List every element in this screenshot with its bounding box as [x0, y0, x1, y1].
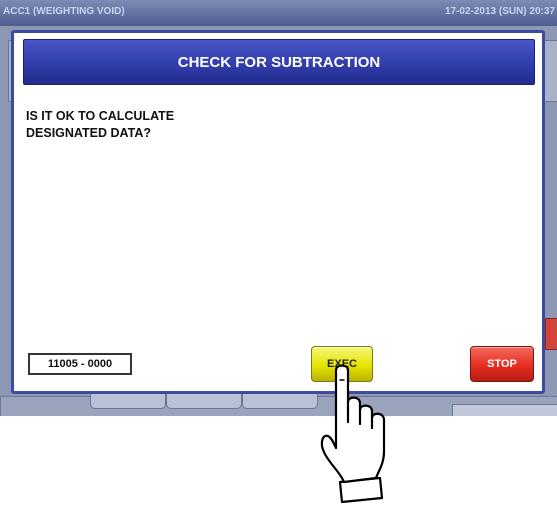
background-tab	[90, 393, 166, 409]
background-tab	[242, 393, 318, 409]
hand-pointer-icon	[320, 364, 386, 504]
screen: ACC1 (WEIGHTING VOID) 17-02-2013 (SUN) 2…	[0, 0, 557, 416]
code-display: 11005 - 0000	[28, 353, 132, 375]
confirm-dialog: CHECK FOR SUBTRACTION IS IT OK TO CALCUL…	[11, 30, 545, 394]
dialog-message: IS IT OK TO CALCULATE DESIGNATED DATA?	[26, 108, 426, 142]
stop-button[interactable]: STOP	[470, 346, 534, 382]
message-line-2: DESIGNATED DATA?	[26, 126, 151, 140]
background-tab	[166, 393, 242, 409]
window-title: ACC1 (WEIGHTING VOID)	[3, 6, 125, 17]
background-red-button	[545, 318, 557, 350]
title-bar: ACC1 (WEIGHTING VOID) 17-02-2013 (SUN) 2…	[0, 0, 557, 26]
background-panel-corner	[452, 404, 557, 416]
date-time: 17-02-2013 (SUN) 20:37	[444, 6, 555, 17]
background-panel-right	[543, 40, 557, 102]
dialog-title: CHECK FOR SUBTRACTION	[23, 39, 535, 85]
message-line-1: IS IT OK TO CALCULATE	[26, 109, 175, 123]
